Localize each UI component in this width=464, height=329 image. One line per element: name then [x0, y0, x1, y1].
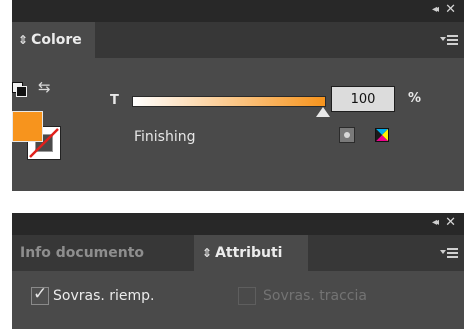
default-fill-stroke-icon[interactable]: [12, 82, 27, 97]
tint-slider-thumb[interactable]: [316, 107, 330, 117]
close-icon[interactable]: ✕: [445, 215, 456, 230]
overprint-stroke-label: Sovras. traccia: [263, 288, 367, 304]
percent-symbol: %: [408, 91, 422, 106]
overprint-fill-checkbox[interactable]: ✓: [31, 284, 49, 305]
attributes-panel: ◂◂ ✕ Info documento ⇕ Attributi: [12, 213, 464, 329]
swatch-name: Finishing: [134, 129, 196, 145]
panel-menu-icon[interactable]: [440, 33, 458, 47]
chevron-updown-icon: ⇕: [202, 246, 213, 260]
panel-tabbar: ⇕ Colore: [12, 22, 464, 58]
tab-document-info[interactable]: Info documento: [20, 235, 144, 271]
swap-fill-stroke-icon[interactable]: ⇆: [38, 78, 51, 96]
cmyk-icon[interactable]: [375, 127, 389, 142]
panel-menu-icon[interactable]: [440, 246, 458, 260]
tint-slider[interactable]: [132, 96, 326, 107]
spot-color-icon[interactable]: [339, 127, 355, 143]
panel-titlebar[interactable]: ◂◂ ✕: [12, 213, 464, 235]
tab-attributes-label: Attributi: [215, 245, 283, 261]
chevron-updown-icon: ⇕: [18, 33, 29, 47]
fill-stroke-controls: ⇆: [12, 78, 72, 100]
close-icon[interactable]: ✕: [445, 2, 456, 17]
tab-color-label: Colore: [31, 32, 82, 48]
tint-percent-input[interactable]: [331, 86, 395, 112]
overprint-stroke-checkbox[interactable]: [238, 287, 256, 305]
checkmark-icon: ✓: [33, 284, 48, 304]
panel-tabbar: Info documento ⇕ Attributi: [12, 235, 464, 271]
tint-slider-label: T: [110, 93, 119, 108]
collapse-icon[interactable]: ◂◂: [432, 4, 439, 15]
tab-color[interactable]: ⇕ Colore: [12, 22, 95, 58]
fill-swatch[interactable]: [12, 111, 43, 142]
tab-attributes[interactable]: ⇕ Attributi: [194, 235, 308, 271]
overprint-fill-label: Sovras. riemp.: [53, 288, 155, 304]
collapse-icon[interactable]: ◂◂: [432, 217, 439, 228]
panel-titlebar[interactable]: ◂◂ ✕: [12, 0, 464, 22]
fill-stroke-swatches: [12, 111, 68, 167]
